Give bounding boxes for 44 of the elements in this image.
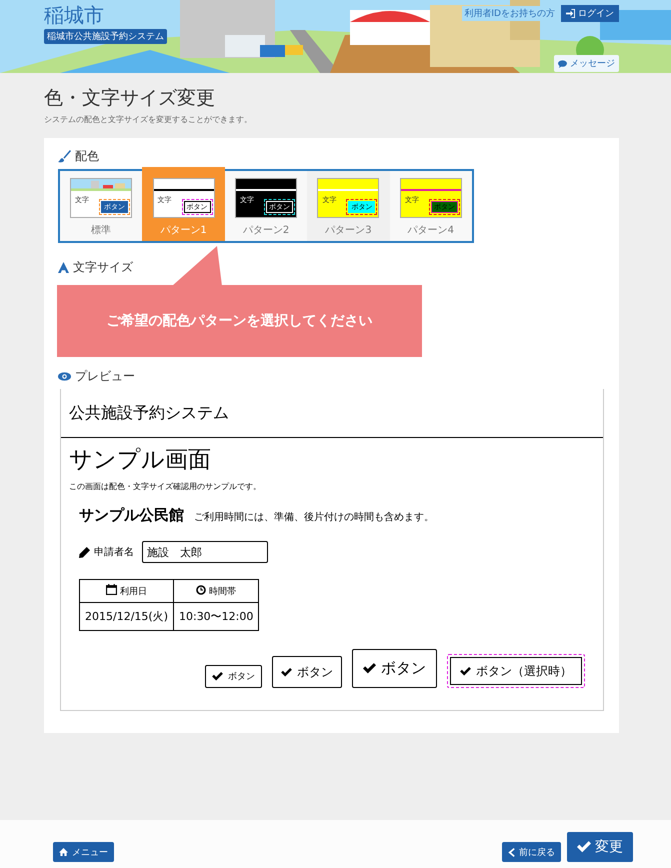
preview-system-title: 公共施設予約システム bbox=[69, 402, 229, 424]
font-icon bbox=[58, 262, 69, 273]
check-icon bbox=[460, 666, 471, 676]
speech-bubble-icon bbox=[558, 60, 567, 68]
preview-screen-title: サンプル画面 bbox=[69, 446, 212, 475]
menu-button[interactable]: メニュー bbox=[53, 842, 114, 862]
login-hint: 利用者IDをお持ちの方 bbox=[462, 6, 557, 21]
facility-note: ご利用時間には、準備、後片付けの時間も含めます。 bbox=[194, 510, 434, 524]
eye-icon bbox=[58, 372, 71, 381]
section-heading: プレビュー bbox=[75, 368, 135, 385]
sample-button[interactable]: ボタン bbox=[272, 656, 342, 688]
sign-in-icon bbox=[566, 9, 575, 18]
site-title: 稲城市 bbox=[44, 4, 104, 26]
table-header: 利用日 bbox=[80, 580, 174, 602]
check-icon bbox=[212, 672, 223, 681]
applicant-label: 申請者名 bbox=[94, 546, 134, 559]
chevron-left-icon bbox=[508, 848, 515, 856]
check-icon bbox=[281, 668, 292, 676]
login-button[interactable]: ログイン bbox=[561, 5, 619, 22]
table-header: 時間帯 bbox=[173, 580, 259, 602]
back-button[interactable]: 前に戻る bbox=[502, 842, 561, 862]
table-cell: 10:30〜12:00 bbox=[173, 602, 259, 630]
callout-text: ご希望の配色パターンを選択してください bbox=[106, 312, 372, 330]
table-cell: 2015/12/15(火) bbox=[80, 602, 174, 630]
page-title: 色・文字サイズ変更 bbox=[44, 86, 216, 111]
calendar-icon bbox=[106, 584, 118, 595]
section-heading: 文字サイズ bbox=[73, 259, 133, 276]
message-button[interactable]: メッセージ bbox=[554, 55, 619, 72]
applicant-name-field[interactable]: 施設 太郎 bbox=[142, 541, 268, 563]
sample-button[interactable]: ボタン bbox=[352, 649, 437, 688]
preview-description: この画面は配色・文字サイズ確認用のサンプルです。 bbox=[69, 481, 262, 492]
section-heading: 配色 bbox=[75, 148, 99, 165]
pencil-icon bbox=[79, 546, 90, 558]
system-badge: 稲城市公共施設予約システム bbox=[44, 29, 167, 44]
home-icon bbox=[59, 848, 68, 856]
sample-button[interactable]: ボタン（選択時） bbox=[447, 654, 585, 688]
clock-icon bbox=[196, 584, 206, 594]
submit-button[interactable]: 変更 bbox=[567, 832, 633, 862]
brush-icon bbox=[58, 150, 71, 163]
page-description: システムの配色と文字サイズを変更することができます。 bbox=[44, 114, 253, 125]
check-icon bbox=[363, 663, 376, 674]
sample-button[interactable]: ボタン bbox=[205, 665, 262, 688]
check-icon bbox=[577, 841, 591, 853]
facility-name: サンプル公民館 bbox=[79, 506, 184, 525]
